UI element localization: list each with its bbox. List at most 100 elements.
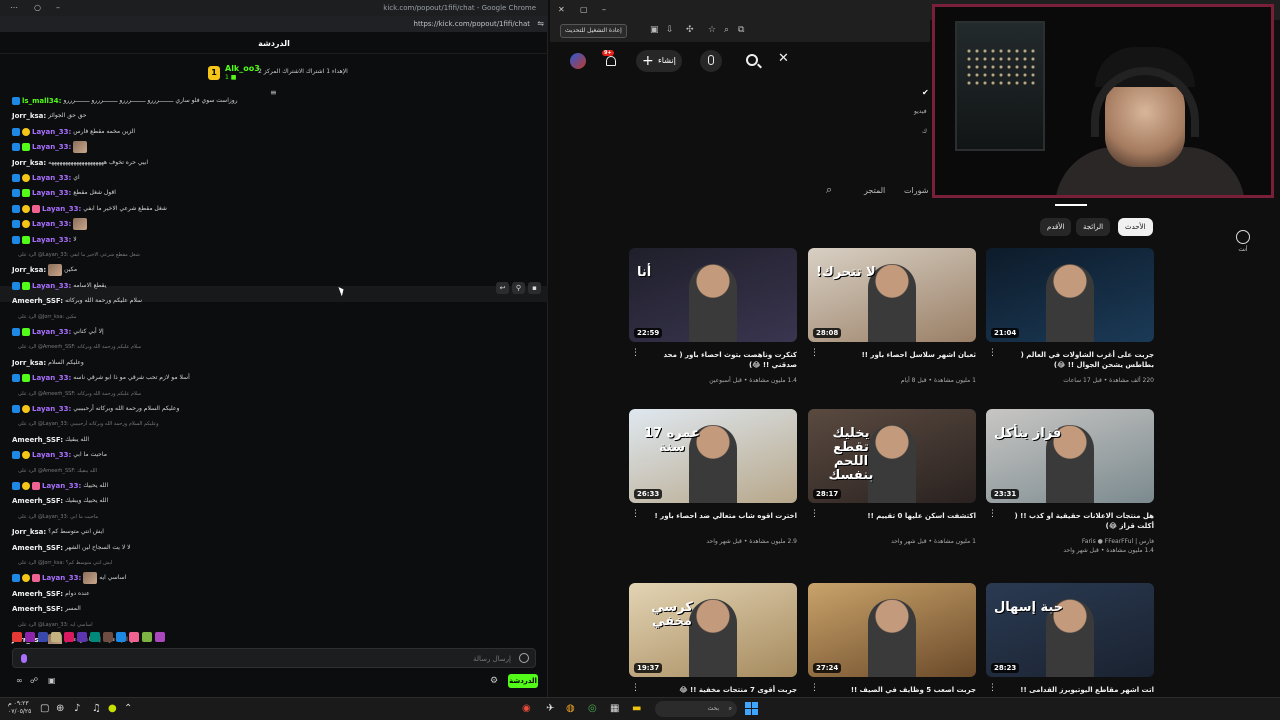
chat-username[interactable]: Jorr_ksa: <box>12 156 46 170</box>
video-title[interactable]: اتت اشهر مقاطع اليوتيوبرز القدامى !! <box>996 685 1154 695</box>
app-icon-1[interactable]: ◉ <box>522 703 531 714</box>
reply-reference[interactable]: الرد على @Layan_33: اساسي ايه <box>18 618 93 632</box>
chat-messages[interactable]: ls_mall34: روزاست سوي فلو ساري ــــــــرر… <box>0 94 548 644</box>
chrome-icon[interactable]: ◎ <box>588 703 597 714</box>
emote-icon[interactable] <box>142 632 152 642</box>
settings-gear-icon[interactable]: ⚙ <box>490 676 498 686</box>
update-restart-button[interactable]: إعادة التشغيل للتحديث <box>560 24 627 38</box>
chat-message[interactable]: Layan_33: <box>12 140 89 154</box>
filter-latest[interactable]: الأحدث <box>1118 218 1153 236</box>
chat-username[interactable]: Ameerh_SSF: <box>12 494 63 508</box>
chat-message[interactable]: Ameerh_SSF: سلام عليكم ورحمة الله وبركاته <box>12 294 142 308</box>
speaker-icon[interactable]: ♪ <box>74 703 80 714</box>
app-icon-4[interactable]: ▦ <box>610 703 619 714</box>
reply-reference[interactable]: الرد على @Jorr_ksa: مكين <box>18 310 77 324</box>
chat-input-box[interactable] <box>12 648 536 668</box>
video-thumbnail[interactable]: لا تتحرك! 28:08 <box>808 248 976 342</box>
video-thumbnail[interactable]: 21:04 <box>986 248 1154 342</box>
chat-message[interactable]: Jorr_ksa: حق حق الجوائز <box>12 109 87 123</box>
extension-icon[interactable]: ⇋ <box>537 19 544 28</box>
app-icon-2[interactable]: ✈ <box>546 703 554 714</box>
video-card[interactable]: يخليك تقطع اللحم بنفسك 28:17 ⋮ اكتشفت اسكن … <box>808 409 976 545</box>
chat-message[interactable]: Layan_33: وعليكم السلام ورحمة الله وبركات… <box>12 402 179 416</box>
video-card[interactable]: عمره 17 سنة 26:33 ⋮ اخترت اقوه شاب متعالي ض… <box>629 409 797 545</box>
users-icon[interactable]: ☍ <box>30 676 38 685</box>
chat-username[interactable]: Layan_33: <box>32 171 71 185</box>
reply-reference[interactable]: الرد على @Ameerh_SSF: سلام عليكم ورحمة ا… <box>18 340 141 354</box>
video-thumbnail[interactable]: أنا 22:59 <box>629 248 797 342</box>
sidebar-you[interactable]: أنت <box>1236 230 1250 253</box>
clear-search-icon[interactable]: ✕ <box>778 51 789 66</box>
chat-username[interactable]: ls_mall34: <box>22 94 61 108</box>
video-card[interactable]: كرسي مخفي 19:37 ⋮ جربت أقوى 7 منتجات مخفية … <box>629 583 797 694</box>
video-title[interactable]: اخترت اقوه شاب متعالي ضد احصاء باور ! <box>639 511 797 521</box>
video-thumbnail[interactable]: يخليك تقطع اللحم بنفسك 28:17 <box>808 409 976 503</box>
chat-message[interactable]: Ameerh_SSF: عنده دوام <box>12 587 90 601</box>
voice-search-button[interactable] <box>700 50 722 72</box>
chat-message[interactable]: Ameerh_SSF: لا لا يت السجاح لين الشهر <box>12 541 131 555</box>
chat-message[interactable]: Jorr_ksa: مكين <box>12 263 77 277</box>
video-thumbnail[interactable]: كرسي مخفي 19:37 <box>629 583 797 677</box>
url-text[interactable]: https://kick.com/popout/1fifi/chat <box>414 20 530 28</box>
chat-username[interactable]: Ameerh_SSF: <box>12 602 63 616</box>
reply-reference[interactable]: الرد على @Ameerh_SSF: الله يبقيك <box>18 464 97 478</box>
account-avatar[interactable] <box>570 53 586 69</box>
chat-username[interactable]: Jorr_ksa: <box>12 356 46 370</box>
emote-icon[interactable] <box>90 632 100 642</box>
emote-bar[interactable] <box>12 632 165 644</box>
create-button[interactable]: + إنشاء <box>636 50 682 72</box>
reply-reference[interactable]: الرد على @Ameerh_SSF: سلام عليكم ورحمة ا… <box>18 387 141 401</box>
chat-username[interactable]: Ameerh_SSF: <box>12 433 63 447</box>
video-card[interactable]: 21:04 ⋮ جربت على أغرب الشاولات في العالم (… <box>986 248 1154 384</box>
chat-username[interactable]: Layan_33: <box>32 140 71 154</box>
chat-username[interactable]: Layan_33: <box>32 371 71 385</box>
reply-reference[interactable]: الرد على @Layan_33: وعليكم السلام ورحمة … <box>18 417 159 431</box>
notification-center-icon[interactable]: ▢ <box>40 703 49 714</box>
chat-username[interactable]: Layan_33: <box>32 233 71 247</box>
chat-message[interactable]: Layan_33: اساسي ايه <box>12 571 126 585</box>
video-title[interactable]: جربت اصعب 5 وظايف في الصيف !! <box>818 685 976 695</box>
emote-icon[interactable] <box>51 632 61 642</box>
reply-reference[interactable]: الرد على @Layan_33: ماحيت ما ابي <box>18 510 98 524</box>
chat-username[interactable]: Layan_33: <box>42 202 81 216</box>
chat-message[interactable]: Ameerh_SSF: المسر <box>12 602 81 616</box>
mic-tray-icon[interactable]: ♫ <box>92 703 101 714</box>
emote-icon[interactable] <box>116 632 126 642</box>
chat-input[interactable] <box>31 652 511 666</box>
chat-username[interactable]: Ameerh_SSF: <box>12 294 63 308</box>
minimize-icon[interactable]: – <box>602 5 606 14</box>
filter-oldest[interactable]: الأقدم <box>1040 218 1072 236</box>
send-chat-button[interactable]: الدردشة <box>508 674 538 688</box>
tab-search-icon[interactable]: ⌕ <box>826 183 832 197</box>
notifications-bell-icon[interactable]: 9+ <box>602 50 618 68</box>
chat-username[interactable]: Layan_33: <box>32 448 71 462</box>
video-card[interactable]: لا تتحرك! 28:08 ⋮ ثعبان اشهر سلاسل احصاء با… <box>808 248 976 384</box>
video-card[interactable]: 27:24 ⋮ جربت اصعب 5 وظايف في الصيف !! <box>808 583 976 694</box>
window-minimize-icon[interactable]: – <box>56 3 60 12</box>
restore-icon[interactable]: ▢ <box>580 5 588 14</box>
windows-start-icon[interactable] <box>745 702 758 715</box>
video-thumbnail[interactable]: 27:24 <box>808 583 976 677</box>
folder-icon[interactable]: ▬ <box>632 703 641 714</box>
extensions-icon[interactable]: ✣ <box>686 25 694 35</box>
video-title[interactable]: ثعبان اشهر سلاسل احصاء باور !! <box>818 350 976 360</box>
video-card[interactable]: حبة إسهال 28:23 ⋮ اتت اشهر مقاطع اليوتيوبرز… <box>986 583 1154 694</box>
video-card[interactable]: أنا 22:59 ⋮ كنكرت وناهصت بتوث احصاء باور ( … <box>629 248 797 384</box>
tab-store[interactable]: المتجر <box>864 186 885 195</box>
chat-message[interactable]: Ameerh_SSF: الله يحييك ويبقيك <box>12 494 108 508</box>
chat-username[interactable]: Jorr_ksa: <box>12 263 46 277</box>
taskbar-search[interactable]: بحث ⌕ <box>655 701 737 717</box>
video-thumbnail[interactable]: عمره 17 سنة 26:33 <box>629 409 797 503</box>
download-icon[interactable]: ⇩ <box>666 25 674 35</box>
viewers-icon[interactable]: ∞ <box>16 676 23 685</box>
search-input[interactable] <box>794 52 914 70</box>
app-icon-3[interactable]: ◍ <box>566 703 575 714</box>
chat-username[interactable]: Layan_33: <box>32 217 71 231</box>
chat-username[interactable]: Layan_33: <box>32 125 71 139</box>
video-title[interactable]: جربت على أغرب الشاولات في العالم ( بطاطس… <box>996 350 1154 370</box>
emote-picker-icon[interactable] <box>21 654 27 663</box>
chat-message[interactable]: Layan_33: اقول شغل مقطع <box>12 186 116 200</box>
reply-reference[interactable]: الرد على @Layan_33: شغل مقطع شرعي الاخير… <box>18 248 140 262</box>
chat-username[interactable]: Layan_33: <box>42 571 81 585</box>
emote-icon[interactable] <box>155 632 165 642</box>
